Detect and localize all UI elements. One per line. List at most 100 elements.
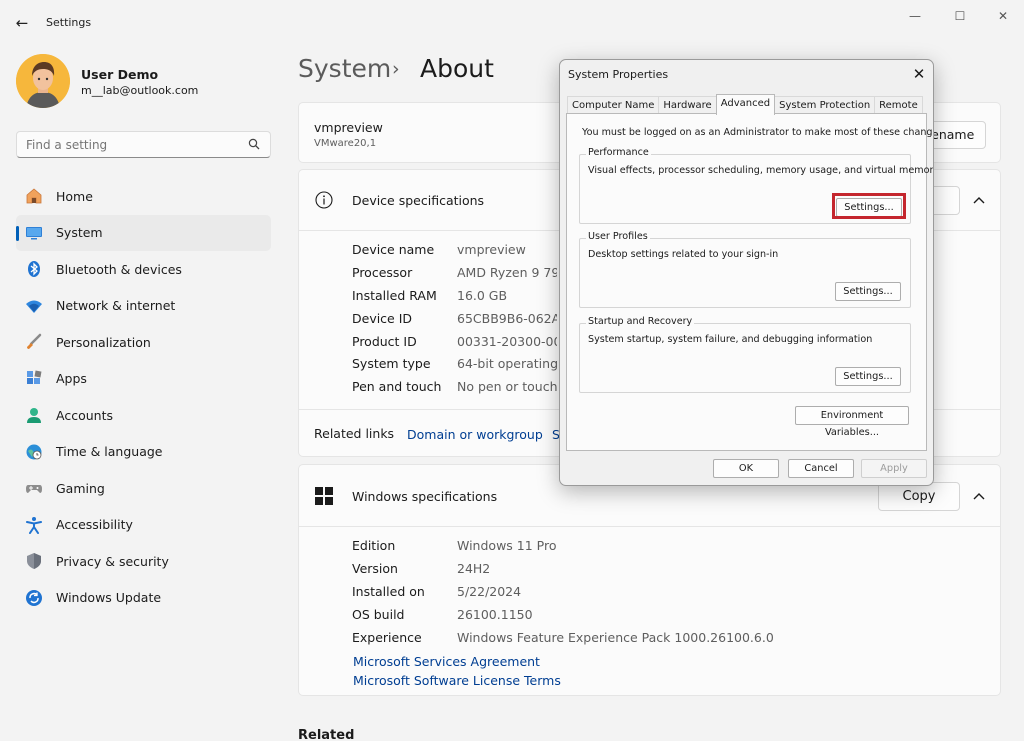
user-profiles-label: User Profiles [586,231,650,242]
avatar[interactable] [16,54,70,108]
tab-computer-name[interactable]: Computer Name [567,96,659,114]
spec-key: Version [352,561,398,576]
sidebar-item-label: Windows Update [56,590,161,605]
dialog-tabs: Computer Name Hardware Advanced System P… [567,94,922,114]
person-icon [24,405,44,425]
dialog-close-icon[interactable]: ✕ [906,63,932,85]
system-icon [24,223,44,243]
advanced-tab-panel: You must be logged on as an Administrato… [566,113,927,451]
highlight-box [832,193,906,219]
sidebar-item-network[interactable]: Network & internet [16,288,271,325]
environment-variables-button[interactable]: Environment Variables... [795,406,909,425]
sidebar-item-accounts[interactable]: Accounts [16,397,271,434]
copy-button[interactable]: Copy [878,482,960,511]
gamepad-icon [24,478,44,498]
sidebar-item-apps[interactable]: Apps [16,361,271,398]
spec-value: vmpreview [457,242,557,257]
chevron-up-icon[interactable] [972,196,986,206]
sidebar-item-bluetooth[interactable]: Bluetooth & devices [16,251,271,288]
windows-specs-title: Windows specifications [352,489,497,504]
shield-icon [24,551,44,571]
spec-value: 5/22/2024 [457,584,521,599]
apply-button[interactable]: Apply [861,459,927,478]
chevron-up-icon[interactable] [972,492,986,502]
search-icon[interactable] [248,138,260,150]
sidebar-item-label: Privacy & security [56,554,169,569]
tab-hardware[interactable]: Hardware [658,96,716,114]
windows-logo-icon [315,487,333,505]
home-icon [24,186,44,206]
startup-recovery-settings-button[interactable]: Settings... [835,367,901,386]
breadcrumb-root[interactable]: System [298,54,391,83]
license-terms-link[interactable]: Microsoft Software License Terms [353,673,561,688]
maximize-icon[interactable]: ☐ [940,6,980,26]
pc-model: VMware20,1 [314,138,376,149]
sidebar-item-label: Personalization [56,335,151,350]
related-heading: Related [298,728,354,741]
sidebar-item-label: Network & internet [56,298,175,313]
spec-value: 26100.1150 [457,607,533,622]
app-title: Settings [46,16,91,29]
sidebar-item-personalization[interactable]: Personalization [16,324,271,361]
close-icon[interactable]: ✕ [983,6,1023,26]
domain-workgroup-link[interactable]: Domain or workgroup [407,427,543,442]
spec-key: Product ID [352,334,417,349]
related-links-label: Related links [314,426,394,441]
startup-recovery-desc: System startup, system failure, and debu… [588,334,872,345]
services-agreement-link[interactable]: Microsoft Services Agreement [353,654,540,669]
spec-key: Processor [352,265,412,280]
sidebar-item-label: Accounts [56,408,113,423]
startup-recovery-group: Startup and Recovery System startup, sys… [579,323,911,393]
title-bar: ← Settings — ☐ ✕ [0,0,1024,46]
tab-remote[interactable]: Remote [874,96,923,114]
sidebar-item-windows-update[interactable]: Windows Update [16,580,271,617]
sidebar-item-label: Apps [56,371,87,386]
user-profiles-desc: Desktop settings related to your sign-in [588,249,778,260]
info-icon [314,190,334,210]
back-arrow-icon[interactable]: ← [10,12,34,34]
tab-system-protection[interactable]: System Protection [774,96,875,114]
performance-group: Performance Visual effects, processor sc… [579,154,911,224]
dialog-title: System Properties [568,68,668,81]
performance-label: Performance [586,147,651,158]
minimize-icon[interactable]: — [895,6,935,26]
search-input[interactable] [16,131,271,158]
user-name: User Demo [81,67,158,82]
device-specs-title: Device specifications [352,193,484,208]
sidebar-item-time-language[interactable]: Time & language [16,434,271,471]
cancel-button[interactable]: Cancel [788,459,854,478]
user-email: m__lab@outlook.com [81,84,198,97]
spec-key: OS build [352,607,404,622]
sidebar-item-label: Accessibility [56,517,133,532]
startup-recovery-label: Startup and Recovery [586,316,694,327]
user-profiles-settings-button[interactable]: Settings... [835,282,901,301]
spec-key: System type [352,356,431,371]
accessibility-icon [24,515,44,535]
apps-icon [24,369,44,389]
spec-value: 24H2 [457,561,490,576]
sidebar-item-accessibility[interactable]: Accessibility [16,507,271,544]
sidebar-item-label: Gaming [56,481,105,496]
sidebar-item-home[interactable]: Home [16,178,271,215]
sidebar-item-label: Home [56,189,93,204]
spec-key: Experience [352,630,422,645]
spec-value: 64-bit operating s [457,356,557,371]
globe-clock-icon [24,442,44,462]
spec-key: Device name [352,242,434,257]
sidebar-item-system[interactable]: System [16,215,271,252]
bluetooth-icon [24,259,44,279]
system-properties-dialog: System Properties ✕ Computer Name Hardwa… [559,59,934,486]
user-profiles-group: User Profiles Desktop settings related t… [579,238,911,308]
tab-advanced[interactable]: Advanced [716,94,775,115]
brush-icon [24,332,44,352]
spec-value: 00331-20300-0000 [457,334,557,349]
ok-button[interactable]: OK [713,459,779,478]
sidebar-item-privacy-security[interactable]: Privacy & security [16,543,271,580]
pc-name: vmpreview [314,120,383,135]
sidebar-item-gaming[interactable]: Gaming [16,470,271,507]
sidebar-nav: Home System Bluetooth & devices Network … [16,178,271,616]
spec-key: Edition [352,538,395,553]
spec-value: 16.0 GB [457,288,557,303]
spec-key: Installed on [352,584,425,599]
sidebar-item-label: Bluetooth & devices [56,262,182,277]
